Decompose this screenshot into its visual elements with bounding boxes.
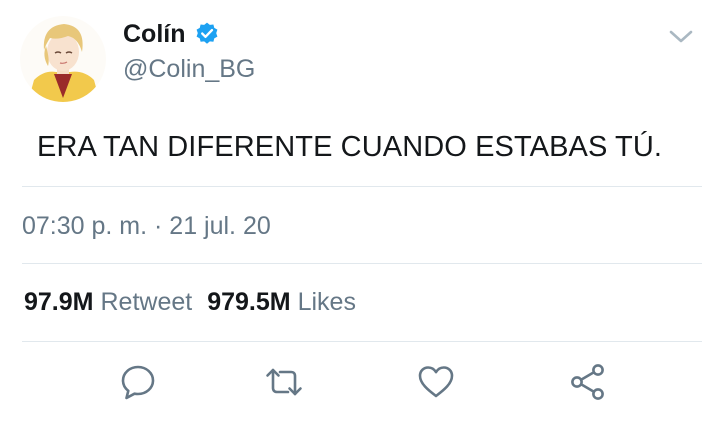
divider <box>22 341 702 342</box>
likes-count[interactable]: 979.5M <box>207 288 290 317</box>
share-button[interactable] <box>568 362 608 402</box>
verified-badge-icon <box>194 21 220 47</box>
like-icon <box>418 366 454 398</box>
user-handle[interactable]: @Colin_BG <box>123 55 255 84</box>
tweet-stats: 97.9M Retweet 979.5M Likes <box>24 288 356 317</box>
display-name[interactable]: Colín <box>123 20 186 49</box>
divider <box>22 263 702 264</box>
like-button[interactable] <box>416 362 456 402</box>
avatar[interactable] <box>20 16 106 102</box>
reply-button[interactable] <box>118 362 158 402</box>
retweet-icon <box>266 368 302 396</box>
avatar-illustration <box>20 16 106 102</box>
reply-icon <box>121 365 155 400</box>
tweet-card: Colín @Colin_BG ERA TAN DIFERENTE CUANDO… <box>0 0 720 435</box>
name-row: Colín <box>123 19 220 49</box>
retweet-button[interactable] <box>264 362 304 402</box>
retweets-count[interactable]: 97.9M <box>24 288 93 317</box>
tweet-timestamp[interactable]: 07:30 p. m. · 21 jul. 20 <box>22 212 271 241</box>
share-icon <box>571 364 604 400</box>
likes-label[interactable]: Likes <box>298 288 356 317</box>
retweets-label[interactable]: Retweet <box>100 288 192 317</box>
chevron-down-icon[interactable] <box>667 25 695 47</box>
tweet-text: ERA TAN DIFERENTE CUANDO ESTABAS TÚ. <box>37 131 663 163</box>
divider <box>22 186 702 187</box>
